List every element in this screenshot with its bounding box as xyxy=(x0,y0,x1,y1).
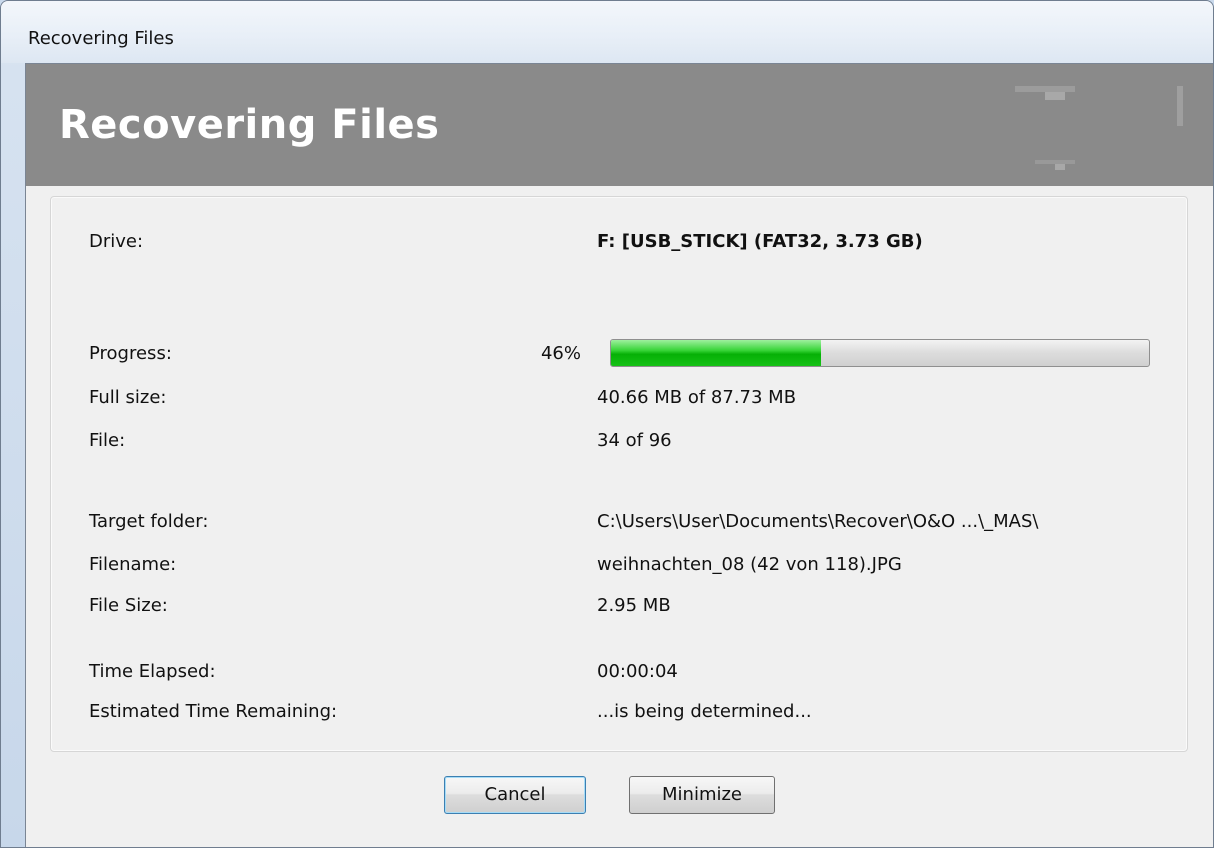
banner-title: Recovering Files xyxy=(59,102,440,148)
window-title: Recovering Files xyxy=(28,28,174,49)
file-label: File: xyxy=(89,430,126,451)
progress-label: Progress: xyxy=(89,343,172,364)
details-panel: Drive: F: [USB_STICK] (FAT32, 3.73 GB) P… xyxy=(50,196,1188,752)
time-remaining-value: ...is being determined... xyxy=(597,701,812,722)
minimize-button[interactable]: Minimize xyxy=(629,776,775,814)
cancel-button[interactable]: Cancel xyxy=(444,776,586,814)
target-folder-value: C:\Users\User\Documents\Recover\O&O ...\… xyxy=(597,511,1039,532)
file-size-value: 2.95 MB xyxy=(597,595,671,616)
time-elapsed-value: 00:00:04 xyxy=(597,661,678,682)
time-elapsed-label: Time Elapsed: xyxy=(89,661,216,682)
file-size-label: File Size: xyxy=(89,595,168,616)
drive-value: F: [USB_STICK] (FAT32, 3.73 GB) xyxy=(597,231,923,252)
progress-bar-fill xyxy=(611,340,821,366)
full-size-value: 40.66 MB of 87.73 MB xyxy=(597,387,797,408)
banner-decoration xyxy=(915,64,1213,186)
recovery-dialog-window: Recovering Files Recovering Files Drive:… xyxy=(0,0,1214,848)
time-remaining-label: Estimated Time Remaining: xyxy=(89,701,338,722)
filename-label: Filename: xyxy=(89,554,177,575)
header-banner: Recovering Files xyxy=(26,64,1213,186)
target-folder-label: Target folder: xyxy=(89,511,209,532)
full-size-label: Full size: xyxy=(89,387,167,408)
filename-value: weihnachten_08 (42 von 118).JPG xyxy=(597,554,902,575)
drive-label: Drive: xyxy=(89,231,144,252)
dialog-client-area: Recovering Files Drive: F: [USB_STICK] (… xyxy=(25,63,1213,847)
file-value: 34 of 96 xyxy=(597,430,672,451)
progress-bar xyxy=(610,339,1150,367)
title-bar[interactable]: Recovering Files xyxy=(1,1,1213,63)
progress-percent: 46% xyxy=(540,343,581,364)
